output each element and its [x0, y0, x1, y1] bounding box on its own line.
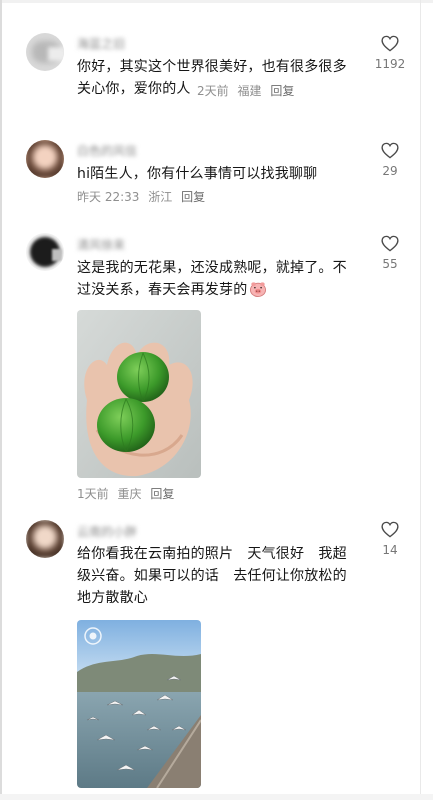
comment-username[interactable]: 海蓝之旧 — [77, 37, 125, 51]
comment-text-content: 这是我的无花果，还没成熟呢，就掉了。不过没关系，春天会再发芽的 — [77, 260, 347, 298]
fig-in-hand-image — [77, 310, 201, 478]
reply-button[interactable]: 回复 — [181, 190, 205, 204]
pig-face-emoji-icon — [250, 282, 267, 297]
comment-meta: 2天前 福建 回复 — [197, 83, 299, 99]
avatar[interactable] — [26, 520, 64, 558]
comment-text: 给你看我在云南拍的照片 天气很好 我超级兴奋。如果可以的话 去任何让你放松的地方… — [77, 546, 347, 606]
avatar[interactable] — [26, 233, 64, 271]
comment-location: 浙江 — [148, 190, 173, 204]
comment-location: 福建 — [237, 84, 262, 98]
top-edge — [0, 0, 433, 3]
like-count: 29 — [382, 164, 398, 178]
like-count: 1192 — [374, 57, 406, 71]
like-button[interactable]: 55 — [372, 235, 408, 271]
comment-time: 昨天 22:33 — [77, 190, 140, 204]
comment-username[interactable]: 云南的小胖 — [77, 525, 137, 539]
comment-time: 1天前 — [77, 487, 109, 501]
heart-outline-icon — [381, 35, 399, 52]
comment-username[interactable]: 清风徐来 — [77, 238, 125, 252]
comment-location: 重庆 — [117, 487, 142, 501]
like-button[interactable]: 29 — [372, 142, 408, 178]
lake-gulls-image — [77, 620, 201, 788]
like-count: 14 — [382, 543, 398, 557]
like-count: 55 — [382, 257, 398, 271]
heart-outline-icon — [381, 521, 399, 538]
comment-meta: 昨天 22:33 浙江 回复 — [77, 189, 210, 205]
avatar[interactable] — [26, 140, 64, 178]
comment-username[interactable]: 白色的风信 — [77, 144, 137, 158]
bottom-edge — [0, 794, 433, 800]
heart-outline-icon — [381, 142, 399, 159]
fig-photo[interactable] — [77, 310, 201, 478]
right-divider — [420, 0, 421, 800]
avatar[interactable] — [26, 33, 64, 71]
comment-text: 这是我的无花果，还没成熟呢，就掉了。不过没关系，春天会再发芽的 — [77, 257, 359, 301]
comment-text: hi陌生人，你有什么事情可以找我聊聊 — [77, 166, 318, 182]
reply-button[interactable]: 回复 — [150, 487, 174, 501]
like-button[interactable]: 14 — [372, 521, 408, 557]
comment-meta: 1天前 重庆 回复 — [77, 486, 179, 502]
reply-button[interactable]: 回复 — [270, 84, 294, 98]
left-edge — [0, 0, 2, 800]
comment-time: 2天前 — [197, 84, 229, 98]
heart-outline-icon — [381, 235, 399, 252]
lake-photo[interactable] — [77, 620, 201, 788]
like-button[interactable]: 1192 — [372, 35, 408, 71]
